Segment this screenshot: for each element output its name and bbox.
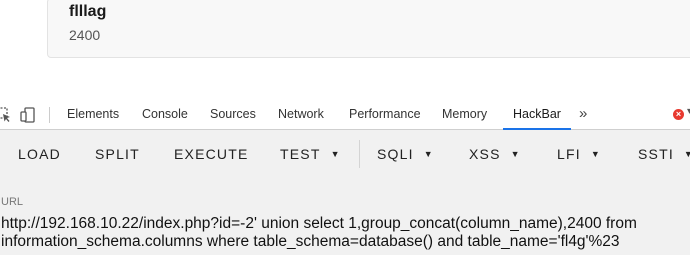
chevron-down-icon: ▼ bbox=[590, 149, 600, 159]
load-button-label: LOAD bbox=[18, 146, 61, 162]
split-button-label: SPLIT bbox=[95, 146, 140, 162]
tab-memory[interactable]: Memory bbox=[442, 100, 487, 129]
result-title: flllag bbox=[69, 3, 107, 20]
tab-performance[interactable]: Performance bbox=[349, 100, 421, 129]
result-card: flllag 2400 bbox=[47, 0, 690, 58]
ssti-dropdown-button[interactable]: SSTI ▼ bbox=[638, 130, 690, 178]
sqli-button-label: SQLI bbox=[377, 146, 414, 162]
error-icon[interactable]: × bbox=[673, 109, 684, 120]
tab-sources[interactable]: Sources bbox=[210, 100, 256, 129]
tab-console[interactable]: Console bbox=[142, 100, 188, 129]
inspect-element-icon[interactable] bbox=[0, 107, 12, 126]
device-toolbar-icon[interactable] bbox=[20, 107, 36, 126]
split-button[interactable]: SPLIT bbox=[95, 130, 140, 178]
chevron-down-icon: ▼ bbox=[683, 149, 690, 159]
chevron-down-icon: ▼ bbox=[330, 149, 340, 159]
execute-button-label: EXECUTE bbox=[174, 146, 249, 162]
xss-button-label: XSS bbox=[469, 146, 501, 162]
url-panel: URL http://192.168.10.22/index.php?id=-2… bbox=[0, 178, 690, 255]
load-button[interactable]: LOAD bbox=[18, 130, 61, 178]
xss-dropdown-button[interactable]: XSS ▼ bbox=[469, 130, 520, 178]
chevron-down-icon: ▼ bbox=[423, 149, 433, 159]
sqli-dropdown-button[interactable]: SQLI ▼ bbox=[377, 130, 433, 178]
test-dropdown-button[interactable]: TEST ▼ bbox=[280, 130, 340, 178]
toolbar-separator bbox=[359, 140, 360, 168]
hackbar-toolbar: LOAD SPLIT EXECUTE TEST ▼ SQLI ▼ XSS ▼ LFI ▼… bbox=[0, 130, 690, 178]
test-button-label: TEST bbox=[280, 146, 321, 162]
lfi-button-label: LFI bbox=[557, 146, 581, 162]
ssti-button-label: SSTI bbox=[638, 146, 674, 162]
chevron-down-icon: ▼ bbox=[510, 149, 520, 159]
tab-network[interactable]: Network bbox=[278, 100, 324, 129]
toolbar-divider bbox=[49, 107, 50, 123]
result-value: 2400 bbox=[69, 27, 101, 43]
more-tabs-icon[interactable]: » bbox=[579, 100, 587, 129]
tab-elements[interactable]: Elements bbox=[67, 100, 119, 129]
url-input[interactable]: http://192.168.10.22/index.php?id=-2' un… bbox=[1, 215, 690, 251]
execute-button[interactable]: EXECUTE bbox=[174, 130, 249, 178]
lfi-dropdown-button[interactable]: LFI ▼ bbox=[557, 130, 600, 178]
tab-hackbar[interactable]: HackBar bbox=[503, 100, 571, 130]
url-label: URL bbox=[1, 196, 24, 208]
devtools-tab-bar: Elements Console Sources Network Perform… bbox=[0, 100, 690, 130]
